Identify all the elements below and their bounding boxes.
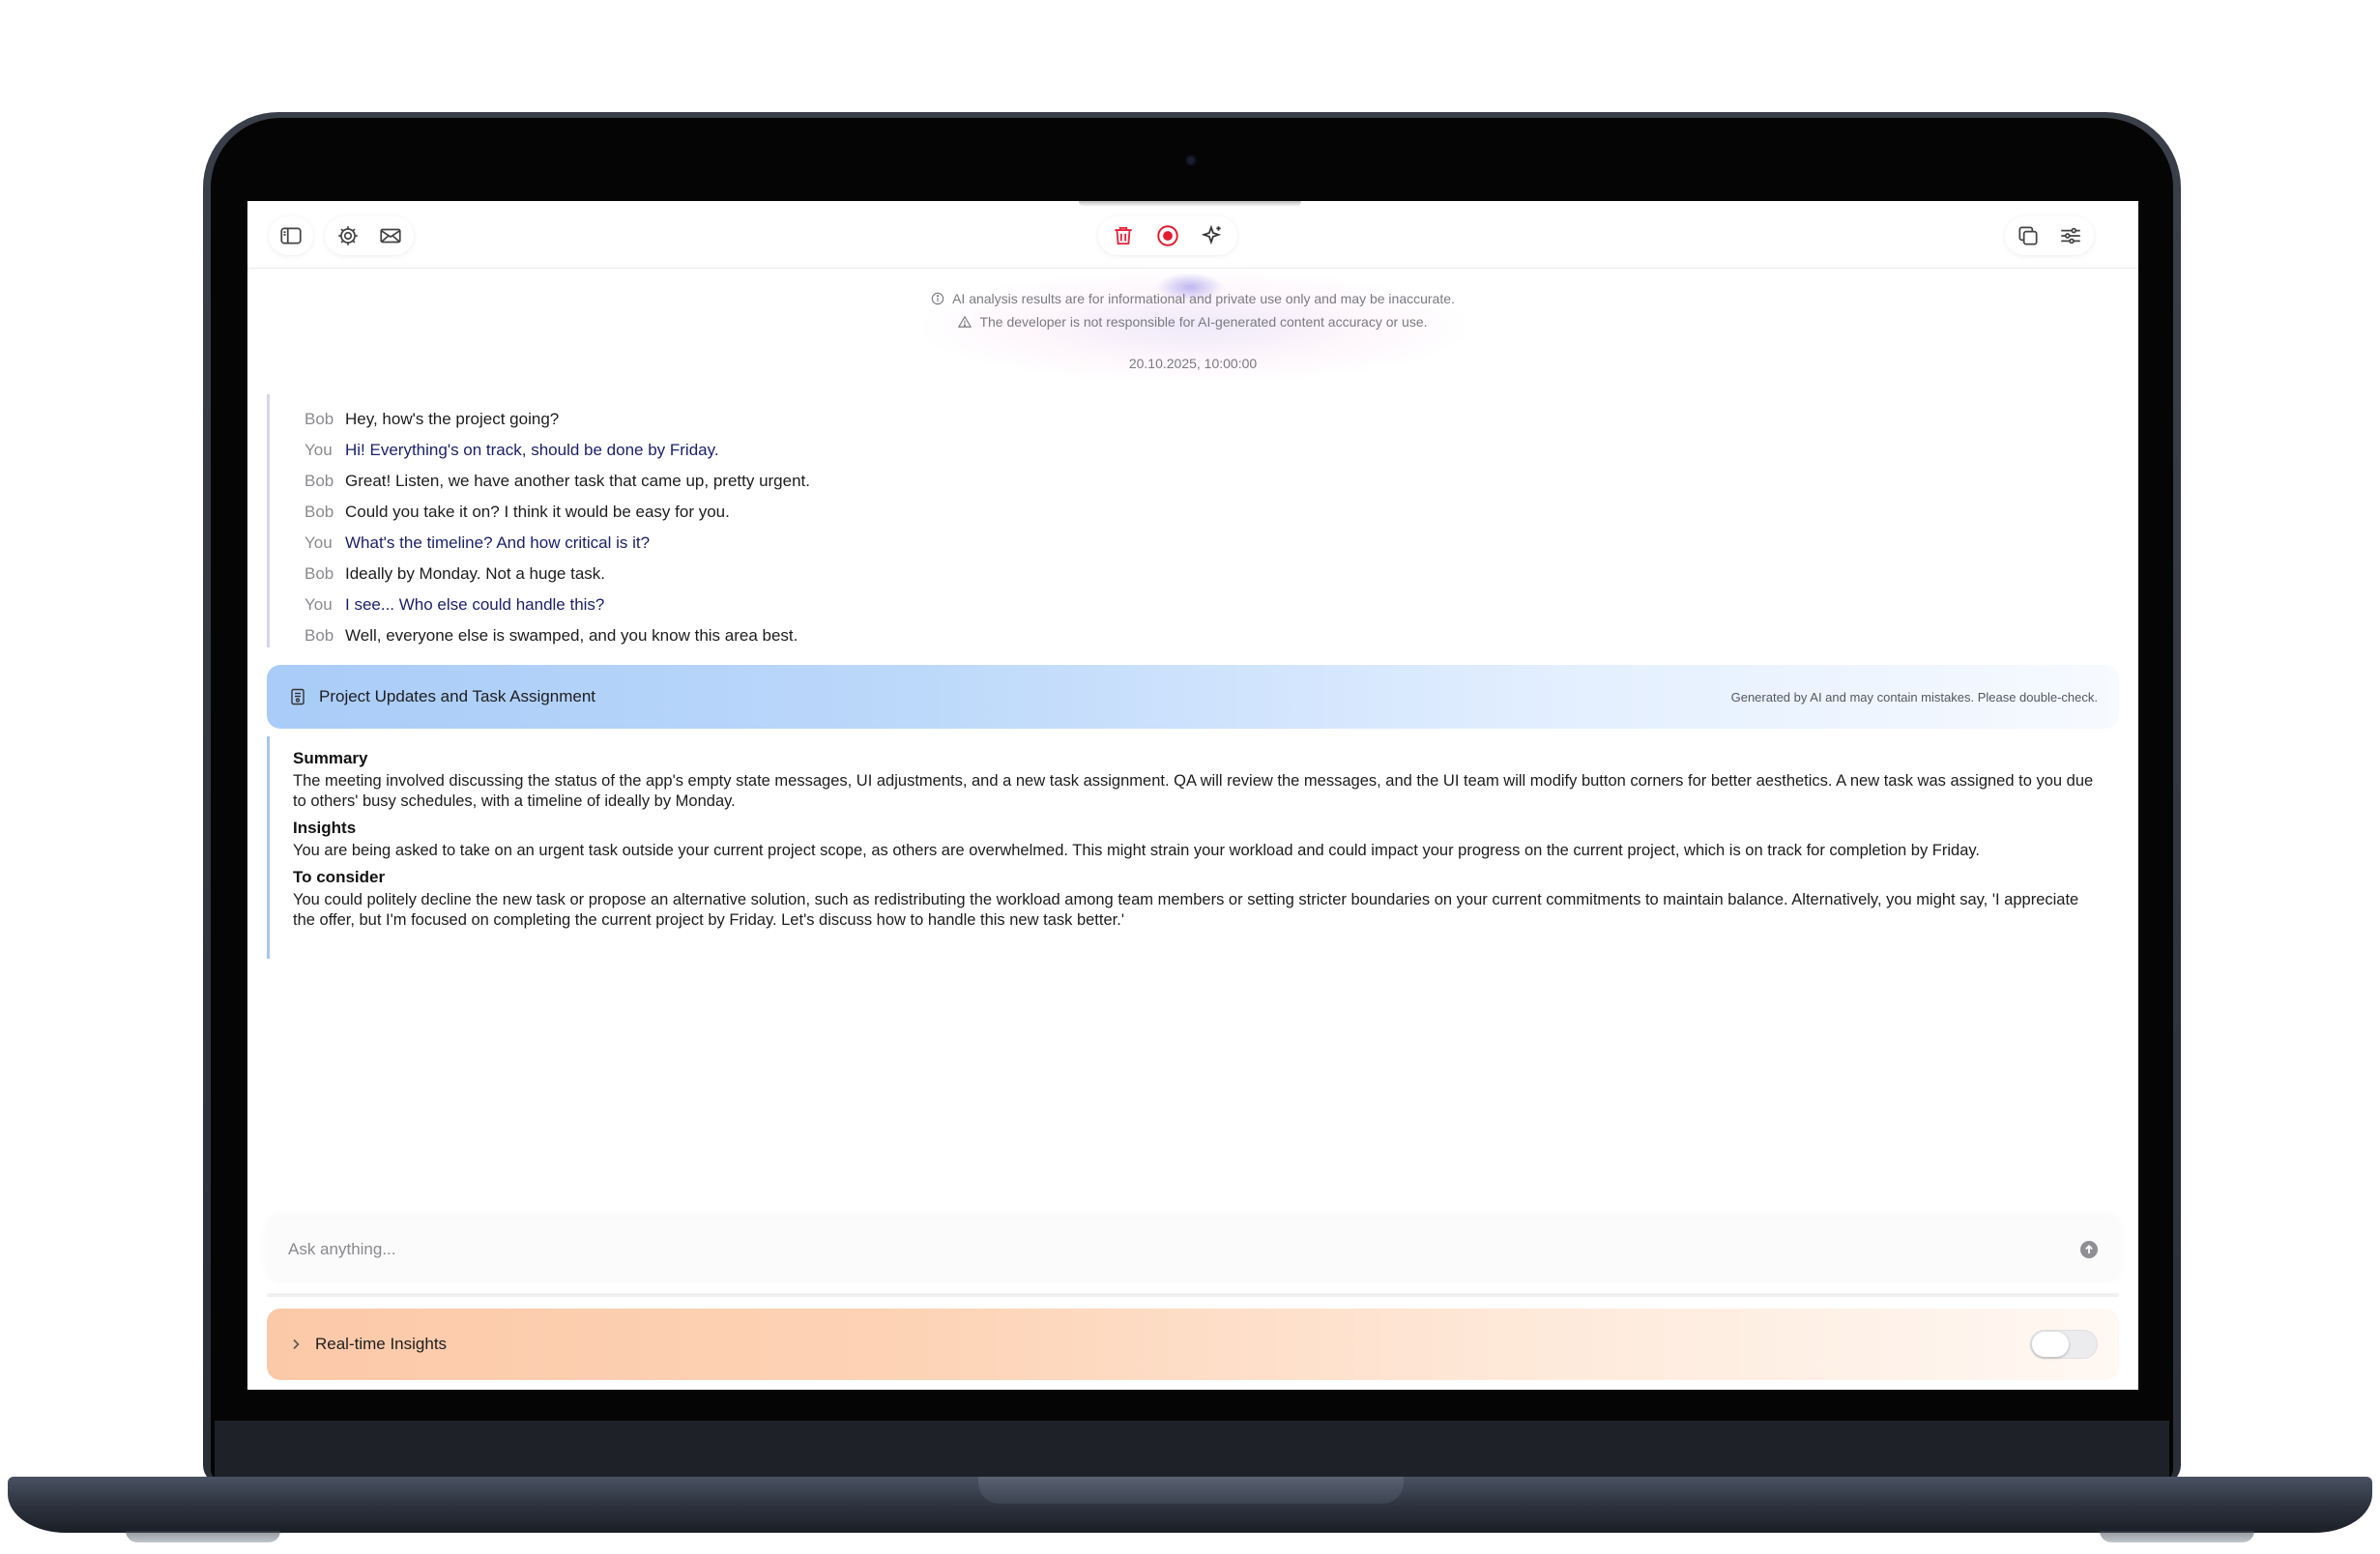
info-icon	[931, 292, 944, 305]
copy-icon	[2018, 226, 2038, 245]
insights-text: You are being asked to take on an urgent…	[293, 842, 1981, 859]
ask-bar	[267, 1218, 2119, 1281]
speaker-label: You	[305, 533, 333, 552]
info-disclaimer: AI analysis results are for informationa…	[247, 291, 2138, 306]
record-button[interactable]	[1148, 216, 1187, 255]
send-button[interactable]	[2080, 1241, 2098, 1258]
to-consider-text: You could politely decline the new task …	[293, 891, 2079, 929]
info-disclaimer-text: AI analysis results are for informationa…	[952, 291, 1455, 306]
summary-card-body: Summary The meeting involved discussing …	[267, 736, 2119, 959]
speaker-label: Bob	[305, 410, 334, 428]
gear-icon	[338, 226, 358, 245]
arrow-up-icon	[2085, 1245, 2093, 1253]
speaker-label: Bob	[305, 472, 334, 490]
record-icon	[1157, 225, 1178, 246]
message-text: Ideally by Monday. Not a huge task.	[345, 564, 606, 583]
transcript: Bob Hey, how's the project going? You Hi! …	[267, 394, 1234, 648]
laptop-foot-left	[126, 1531, 280, 1542]
ask-input[interactable]	[288, 1240, 2080, 1259]
message-text: Could you take it on? I think it would b…	[345, 503, 730, 521]
mail-button[interactable]	[371, 216, 410, 255]
transcript-line: Bob Hey, how's the project going?	[305, 404, 1234, 435]
summary-card-header[interactable]: Project Updates and Task Assignment Gene…	[267, 665, 2119, 729]
speaker-label: You	[305, 441, 333, 459]
speaker-label: Bob	[305, 503, 334, 521]
sidebar-toggle-group	[269, 216, 313, 255]
warning-icon	[958, 315, 972, 328]
sliders-icon	[2061, 227, 2080, 245]
message-text: Hi! Everything's on track, should be don…	[345, 441, 719, 459]
trash-icon	[1115, 226, 1132, 245]
sidebar-icon	[280, 227, 302, 245]
realtime-insights-label: Real-time Insights	[315, 1335, 448, 1353]
message-text: I see... Who else could handle this?	[345, 595, 605, 614]
app-window: AI analysis results are for informationa…	[247, 201, 2138, 1390]
realtime-insights-bar[interactable]: Real-time Insights	[267, 1309, 2119, 1380]
transcript-line: Bob Well, everyone else is swamped, and y…	[305, 620, 1234, 651]
laptop-foot-right	[2100, 1531, 2254, 1542]
insights-heading: Insights	[293, 819, 357, 837]
speaker-label: Bob	[305, 564, 334, 583]
recording-controls	[1098, 216, 1237, 255]
camera-icon	[1185, 155, 1197, 166]
warning-disclaimer-text: The developer is not responsible for AI-…	[979, 314, 1428, 330]
message-text: Hey, how's the project going?	[345, 410, 560, 428]
delete-button[interactable]	[1104, 216, 1143, 255]
laptop-chin	[215, 1421, 2169, 1479]
transcript-line: Bob Ideally by Monday. Not a huge task.	[305, 559, 1234, 590]
summary-text: The meeting involved discussing the stat…	[293, 772, 2094, 810]
message-text: Great! Listen, we have another task that…	[345, 472, 810, 490]
warning-disclaimer: The developer is not responsible for AI-…	[247, 314, 2138, 330]
ai-analyze-button[interactable]	[1193, 216, 1232, 255]
summary-card-title: Project Updates and Task Assignment	[319, 687, 596, 705]
section-divider	[267, 1293, 2119, 1297]
sparkle-icon	[1201, 224, 1222, 245]
filters-button[interactable]	[2051, 216, 2090, 255]
summary-heading: Summary	[293, 749, 368, 767]
to-consider-heading: To consider	[293, 868, 386, 886]
chevron-right-icon	[293, 1338, 300, 1350]
right-tools-group	[2005, 216, 2094, 255]
transcript-line: You What's the timeline? And how critical…	[305, 528, 1234, 559]
transcript-line: Bob Great! Listen, we have another task t…	[305, 466, 1234, 497]
message-text: What's the timeline? And how critical is…	[345, 533, 651, 552]
transcript-line: You I see... Who else could handle this?	[305, 590, 1234, 620]
settings-button[interactable]	[329, 216, 367, 255]
transcript-line: Bob Could you take it on? I think it woul…	[305, 497, 1234, 528]
toolbar	[247, 201, 2138, 269]
settings-mail-group	[325, 216, 414, 255]
message-text: Well, everyone else is swamped, and you …	[345, 626, 798, 645]
ai-generated-note: Generated by AI and may contain mistakes…	[1730, 689, 2098, 705]
toggle-knob	[2032, 1332, 2069, 1357]
document-icon	[291, 688, 305, 705]
session-timestamp: 20.10.2025, 10:00:00	[1128, 356, 1258, 371]
realtime-insights-toggle[interactable]	[2030, 1330, 2098, 1359]
mail-icon	[380, 228, 401, 244]
copy-button[interactable]	[2009, 216, 2047, 255]
speaker-label: Bob	[305, 626, 334, 645]
transcript-line: You Hi! Everything's on track, should be …	[305, 435, 1234, 466]
speaker-label: You	[305, 595, 333, 614]
sidebar-toggle-button[interactable]	[272, 216, 310, 255]
laptop-hinge-notch	[978, 1477, 1404, 1504]
